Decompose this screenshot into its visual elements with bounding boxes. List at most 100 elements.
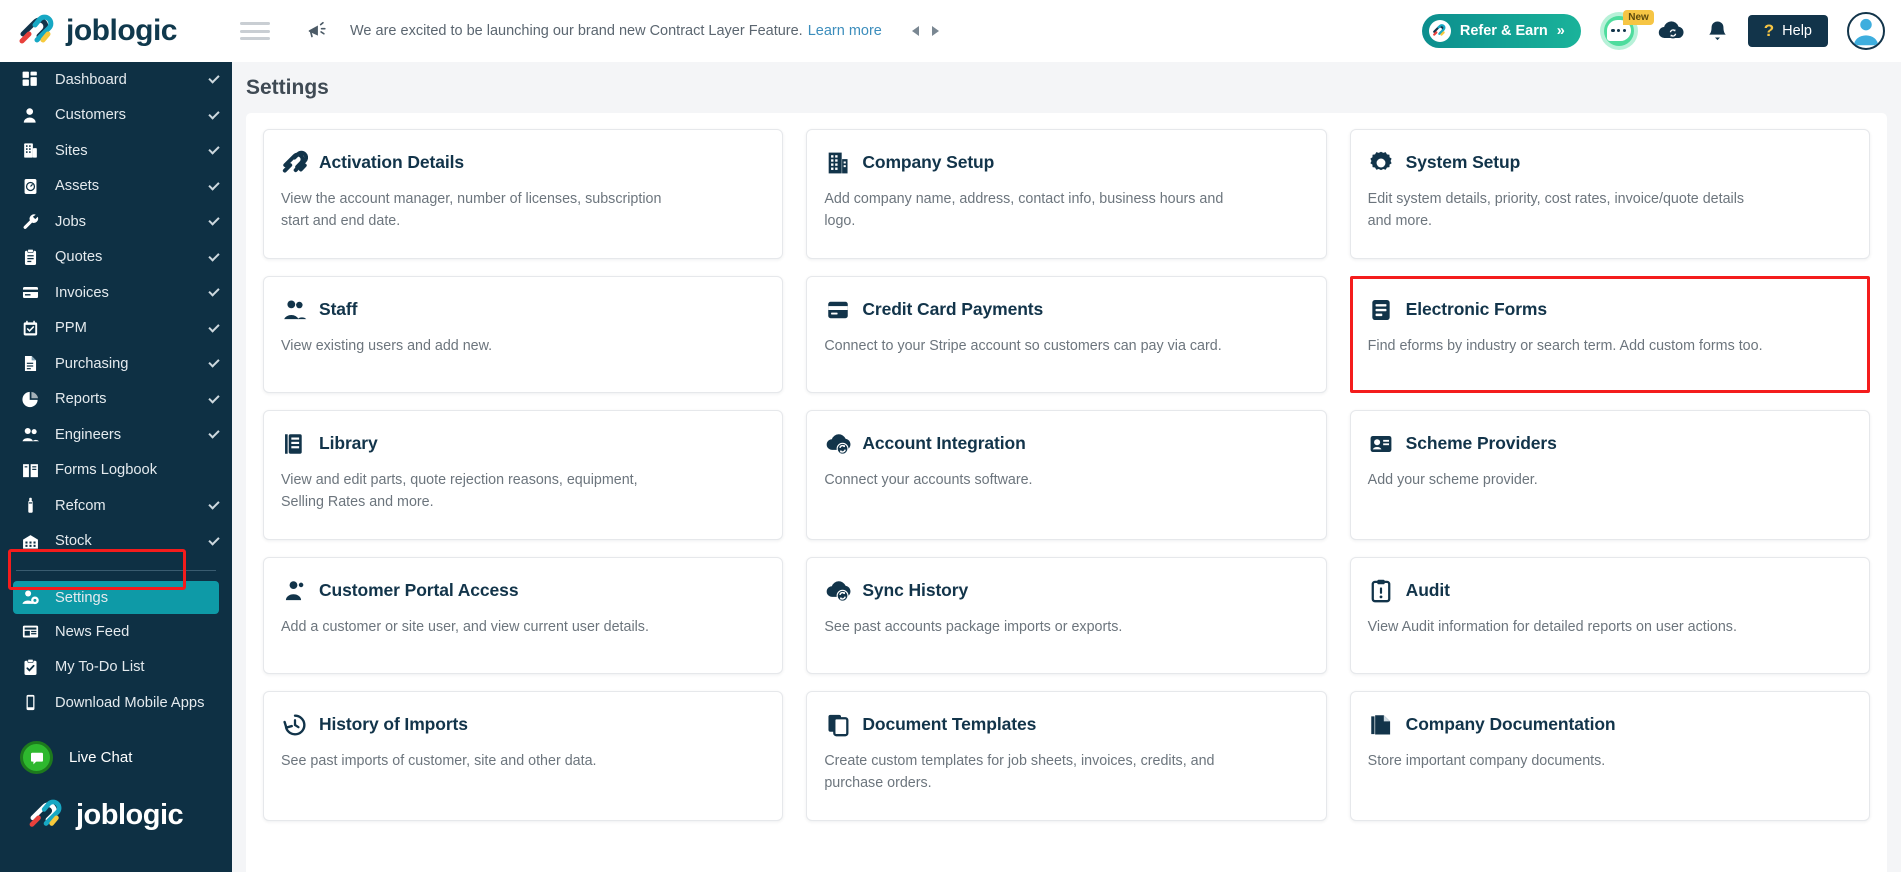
invoice-icon — [20, 283, 41, 303]
settings-card-history-of-imports[interactable]: History of Imports See past imports of cu… — [263, 691, 784, 821]
sidebar-item-sites[interactable]: Sites — [0, 133, 232, 169]
settings-card-customer-portal-access[interactable]: Customer Portal Access Add a customer or … — [263, 557, 784, 674]
live-chat-button[interactable]: New — [1599, 10, 1654, 50]
sidebar-item-label: Quotes — [55, 249, 103, 266]
menu-toggle-button[interactable] — [240, 20, 270, 42]
chevron-down-icon[interactable] — [208, 356, 220, 368]
portal-user-icon — [281, 577, 308, 604]
document-icon — [20, 354, 41, 374]
sidebar-secondary-list: Settings News Feed My To-Do List Download M… — [0, 581, 232, 721]
sidebar-item-forms-logbook[interactable]: Forms Logbook — [0, 453, 232, 489]
top-bar-actions: Refer & Earn » New ? Help — [1421, 10, 1901, 50]
card-title: Customer Portal Access — [319, 580, 519, 600]
carousel-next-icon[interactable] — [931, 26, 939, 36]
card-description: View existing users and add new. — [281, 338, 493, 354]
sidebar-item-label: Dashboard — [55, 71, 127, 88]
card-header: Activation Details — [281, 149, 764, 176]
sidebar-item-invoices[interactable]: Invoices — [0, 275, 232, 311]
sidebar-item-engineers[interactable]: Engineers — [0, 417, 232, 453]
documents-icon — [1368, 711, 1395, 738]
announcement-learn-more-link[interactable]: Learn more — [808, 23, 882, 39]
sidebar-item-jobs[interactable]: Jobs — [0, 204, 232, 240]
wrench-icon — [20, 212, 41, 232]
gear-icon — [1368, 149, 1395, 176]
notifications-bell-icon[interactable] — [1706, 19, 1729, 44]
sidebar-item-label: Reports — [55, 391, 107, 408]
warehouse-icon — [20, 531, 41, 551]
joblogic-mark-icon — [18, 14, 58, 48]
chevron-down-icon[interactable] — [208, 214, 220, 226]
sidebar-item-quotes[interactable]: Quotes — [0, 240, 232, 276]
sidebar-item-customers[interactable]: Customers — [0, 98, 232, 134]
card-description: Add company name, address, contact info,… — [824, 191, 1224, 229]
refer-chevrons-icon: » — [1556, 23, 1565, 39]
user-avatar[interactable] — [1847, 12, 1885, 50]
sidebar-live-chat[interactable]: Live Chat — [0, 735, 232, 781]
card-description: Edit system details, priority, cost rate… — [1367, 191, 1745, 229]
card-description: Add your scheme provider. — [1367, 472, 1538, 488]
help-button[interactable]: ? Help — [1747, 15, 1828, 47]
settings-card-company-documentation[interactable]: Company Documentation Store important com… — [1349, 691, 1870, 821]
sidebar-item-dashboard[interactable]: Dashboard — [0, 62, 232, 98]
chevron-down-icon[interactable] — [208, 72, 220, 84]
card-title: Document Templates — [862, 714, 1037, 734]
settings-card-company-setup[interactable]: Company Setup Add company name, address, … — [806, 129, 1327, 259]
settings-card-scheme-providers[interactable]: Scheme Providers Add your scheme provider… — [1349, 410, 1870, 540]
card-title: Staff — [319, 299, 358, 319]
brand-logo-header[interactable]: joblogic — [0, 0, 232, 62]
settings-card-activation-details[interactable]: Activation Details View the account manag… — [263, 129, 784, 259]
clipboard-icon — [20, 247, 41, 267]
chevron-down-icon[interactable] — [208, 108, 220, 120]
chevron-down-icon[interactable] — [208, 250, 220, 262]
chevron-down-icon[interactable] — [208, 321, 220, 333]
sidebar-item-settings[interactable]: Settings — [13, 581, 219, 614]
page-title: Settings — [246, 76, 329, 99]
sidebar-item-download-mobile-apps[interactable]: Download Mobile Apps — [0, 685, 232, 721]
chevron-down-icon[interactable] — [208, 534, 220, 546]
chevron-down-icon[interactable] — [208, 179, 220, 191]
live-chat-label: Live Chat — [69, 749, 133, 766]
settings-card-account-integration[interactable]: Account Integration Connect your accounts… — [806, 410, 1327, 540]
settings-card-audit[interactable]: Audit View Audit information for detailed… — [1349, 557, 1870, 674]
sidebar-item-news-feed[interactable]: News Feed — [0, 614, 232, 650]
chevron-down-icon[interactable] — [208, 427, 220, 439]
sidebar-item-assets[interactable]: Assets — [0, 169, 232, 205]
refer-and-earn-button[interactable]: Refer & Earn » — [1421, 14, 1581, 48]
card-description: See past accounts package imports or exp… — [824, 619, 1123, 635]
main-content: Settings Activation Details View the acco… — [232, 62, 1901, 872]
megaphone-icon — [306, 20, 328, 42]
chevron-down-icon[interactable] — [208, 498, 220, 510]
card-title: Audit — [1405, 580, 1450, 600]
cloud-sync-status-icon[interactable] — [1657, 19, 1687, 43]
chevron-down-icon[interactable] — [208, 143, 220, 155]
sidebar-item-ppm[interactable]: PPM — [0, 311, 232, 347]
credit-card-icon — [824, 296, 851, 323]
settings-card-credit-card-payments[interactable]: Credit Card Payments Connect to your Stri… — [806, 276, 1327, 393]
mobile-icon — [20, 693, 41, 713]
settings-card-library[interactable]: Library View and edit parts, quote reject… — [263, 410, 784, 540]
settings-card-system-setup[interactable]: System Setup Edit system details, priorit… — [1349, 129, 1870, 259]
card-description: View and edit parts, quote rejection rea… — [281, 472, 638, 510]
sidebar-item-purchasing[interactable]: Purchasing — [0, 346, 232, 382]
sidebar-item-my-to-do-list[interactable]: My To-Do List — [0, 650, 232, 686]
settings-card-staff[interactable]: Staff View existing users and add new. — [263, 276, 784, 393]
settings-card-document-templates[interactable]: Document Templates Create custom template… — [806, 691, 1327, 821]
card-description: View Audit information for detailed repo… — [1367, 619, 1737, 635]
sidebar-item-refcom[interactable]: Refcom — [0, 488, 232, 524]
sidebar-item-reports[interactable]: Reports — [0, 382, 232, 418]
card-title: Library — [319, 433, 378, 453]
sidebar-item-stock[interactable]: Stock — [0, 524, 232, 560]
card-header: History of Imports — [281, 711, 764, 738]
carousel-prev-icon[interactable] — [911, 26, 919, 36]
settings-card-sync-history[interactable]: Sync History See past accounts package im… — [806, 557, 1327, 674]
card-title: Electronic Forms — [1405, 299, 1548, 319]
card-description: Connect your accounts software. — [824, 472, 1033, 488]
announcement-banner: We are excited to be launching our brand… — [306, 20, 1422, 42]
sidebar-brand-logo: joblogic — [0, 799, 232, 833]
chevron-down-icon[interactable] — [208, 285, 220, 297]
chevron-down-icon[interactable] — [208, 392, 220, 404]
card-description: View the account manager, number of lice… — [281, 191, 662, 229]
sidebar-item-label: Forms Logbook — [55, 462, 158, 479]
card-header: Account Integration — [824, 430, 1307, 457]
settings-card-electronic-forms[interactable]: Electronic Forms Find eforms by industry … — [1349, 276, 1870, 393]
